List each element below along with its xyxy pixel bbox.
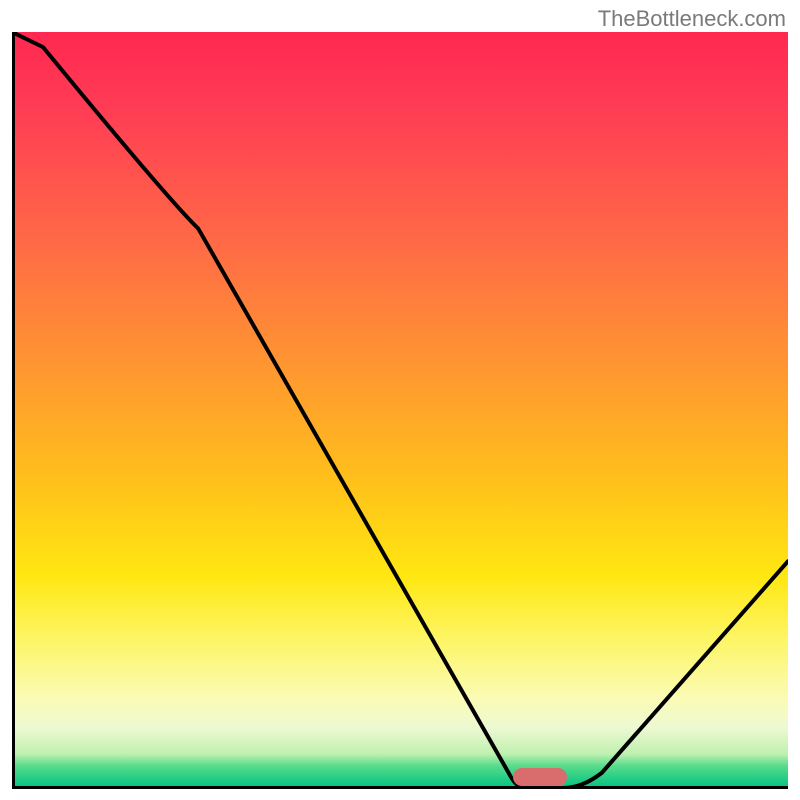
plot-area bbox=[12, 32, 788, 788]
watermark-text: TheBottleneck.com bbox=[598, 6, 786, 32]
bottleneck-curve bbox=[12, 32, 788, 788]
optimal-marker bbox=[513, 768, 567, 786]
y-axis-line bbox=[12, 32, 15, 788]
x-axis-line bbox=[12, 786, 788, 789]
curve-layer bbox=[12, 32, 788, 788]
chart-container: TheBottleneck.com bbox=[0, 0, 800, 800]
